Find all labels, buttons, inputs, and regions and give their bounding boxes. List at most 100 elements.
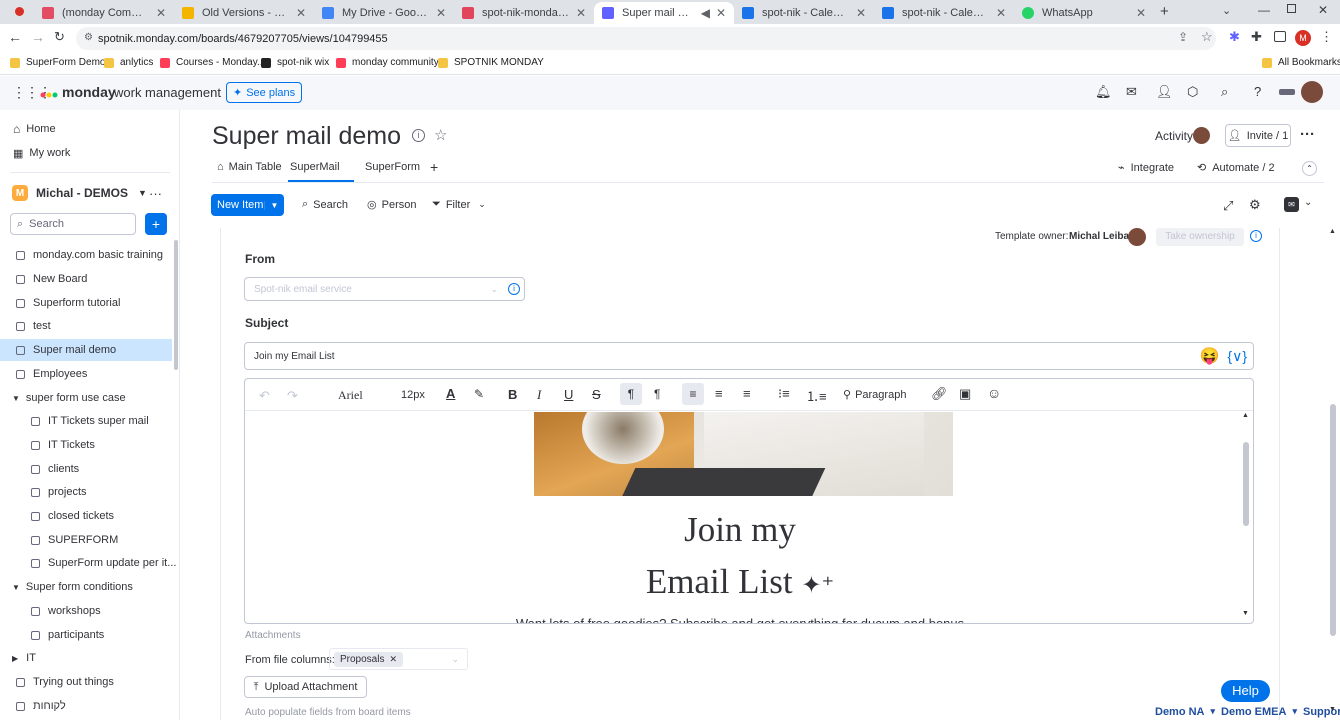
tab-main-table[interactable]: ⌂ Main Table — [217, 161, 282, 173]
email-header-image[interactable] — [534, 412, 953, 496]
settings-icon[interactable]: ⚙ — [1249, 197, 1261, 213]
align-left-icon[interactable]: ≡ — [682, 383, 704, 405]
tab-supermail[interactable]: SuperMail — [290, 161, 340, 173]
integrate-button[interactable]: ⌁ Integrate — [1118, 161, 1174, 175]
close-tab-icon[interactable]: ✕ — [856, 6, 866, 20]
sidebar-folder[interactable]: ▼ Super form conditions — [0, 576, 172, 598]
highlight-icon[interactable]: ✎ — [474, 387, 484, 401]
link-icon[interactable]: 🔗︎ — [931, 386, 948, 402]
automate-button[interactable]: ⟲ Automate / 2 — [1197, 161, 1275, 175]
editor-scrollbar-track[interactable]: ▲ ▼ — [1241, 412, 1251, 623]
activity-link[interactable]: Activity — [1155, 129, 1193, 143]
sidebar-board-item[interactable]: workshops — [0, 600, 172, 622]
paragraph-select[interactable]: ⚲ Paragraph — [843, 388, 906, 402]
undo-icon[interactable]: ↶ — [259, 388, 270, 404]
scroll-down-icon[interactable]: ▼ — [1329, 706, 1336, 713]
close-tab-icon[interactable]: ✕ — [156, 6, 166, 20]
from-select[interactable]: Spot-nik email service ⌄ i — [244, 277, 525, 301]
page-scrollbar[interactable]: ▲ ▼ — [1328, 228, 1338, 720]
browser-menu-icon[interactable]: ⋮ — [1320, 29, 1333, 45]
search-icon[interactable]: ⌕ — [1221, 84, 1228, 100]
profile-avatar[interactable]: M — [1295, 30, 1311, 46]
info-icon[interactable]: i — [1250, 230, 1262, 242]
browser-tab[interactable]: WhatsApp ✕ — [1014, 2, 1154, 24]
insert-image-icon[interactable]: ▣ — [959, 386, 971, 402]
close-window-icon[interactable]: ✕ — [1318, 3, 1328, 17]
sidebar-board-item[interactable]: monday.com basic training — [0, 244, 172, 266]
close-tab-icon[interactable]: ✕ — [996, 6, 1006, 20]
bold-icon[interactable]: B — [508, 387, 517, 402]
invite-button[interactable]: 👤︎ Invite / 1 — [1225, 124, 1291, 147]
sidebar-scrollbar[interactable] — [174, 240, 178, 370]
page-scrollbar-thumb[interactable] — [1330, 404, 1336, 636]
inbox-icon[interactable]: ✉ — [1126, 84, 1137, 100]
scroll-up-icon[interactable]: ▲ — [1242, 412, 1249, 419]
sidebar-board-item[interactable]: IT Tickets super mail — [0, 410, 172, 432]
add-view-icon[interactable]: + — [430, 159, 438, 175]
text-color-icon[interactable]: A — [446, 386, 455, 401]
notifications-icon[interactable]: 🔔︎ — [1095, 84, 1112, 100]
browser-tab-active[interactable]: Super mail demo◀✕ — [594, 2, 734, 24]
toolbar-filter-button[interactable]: ⏷ Filter ⌄ — [432, 198, 486, 211]
board-menu-icon[interactable]: ··· — [1300, 126, 1315, 143]
toolbar-search-button[interactable]: ⌕ Search — [302, 198, 348, 211]
scroll-down-icon[interactable]: ▼ — [1242, 610, 1249, 617]
sidebar-board-item[interactable]: IT Tickets — [0, 434, 172, 456]
extension-icon[interactable]: ✱ — [1229, 29, 1240, 45]
sidebar-board-item[interactable]: closed tickets — [0, 505, 172, 527]
extensions-puzzle-icon[interactable]: ✚ — [1251, 29, 1262, 45]
restore-icon[interactable] — [1287, 4, 1296, 13]
underline-icon[interactable]: U — [564, 387, 573, 402]
help-icon[interactable]: ? — [1254, 84, 1261, 99]
close-tab-icon[interactable]: ✕ — [296, 6, 306, 20]
sidebar-board-item[interactable]: New Board — [0, 268, 172, 290]
toolbar-person-button[interactable]: ◎ Person — [367, 198, 416, 212]
numbered-list-icon[interactable]: ⒈≡ — [806, 386, 827, 405]
sidebar-search-input[interactable]: ⌕ Search — [10, 213, 136, 235]
bookmark-item[interactable]: SPOTNIK MONDAY — [438, 57, 544, 68]
bookmark-item[interactable]: monday community — [336, 57, 439, 68]
sidebar-board-item[interactable]: clients — [0, 458, 172, 480]
collapse-header-icon[interactable]: ⌃ — [1302, 161, 1317, 176]
fullscreen-icon[interactable]: ⤢ — [1223, 198, 1233, 214]
bookmark-item[interactable]: spot-nik wix — [261, 57, 329, 68]
sidebar-board-item-active[interactable]: Super mail demo — [0, 339, 172, 361]
tab-search-icon[interactable]: ⌄ — [1222, 4, 1231, 17]
see-plans-button[interactable]: ✦ See plans — [226, 82, 303, 103]
sidebar-board-item[interactable]: Employees — [0, 363, 172, 385]
demo-na-link[interactable]: Demo NA — [1155, 706, 1205, 718]
workspace-selector[interactable]: M Michal - DEMOS ▼ — [0, 182, 172, 204]
sidebar-board-item[interactable]: test — [0, 315, 172, 337]
font-size-select[interactable]: 12px — [401, 389, 425, 401]
sidebar-board-item[interactable]: SUPERFORM — [0, 529, 172, 551]
remove-chip-icon[interactable]: ✕ — [389, 654, 397, 665]
subject-input[interactable]: Join my Email List 😝 {∨} — [244, 342, 1254, 370]
ltr-icon[interactable]: ¶ — [620, 383, 642, 405]
close-tab-icon[interactable]: ✕ — [436, 6, 446, 20]
board-info-icon[interactable]: i — [412, 129, 425, 142]
info-icon[interactable]: i — [508, 283, 520, 295]
workspace-menu-icon[interactable]: ··· — [149, 186, 162, 201]
align-right-icon[interactable]: ≡ — [743, 386, 751, 401]
sidebar-folder[interactable]: ▶ IT — [0, 647, 172, 669]
bullet-list-icon[interactable]: ⁝≡ — [778, 386, 790, 402]
browser-tab[interactable]: Old Versions - Google Dr✕ — [174, 2, 314, 24]
italic-icon[interactable]: I — [537, 387, 541, 403]
redo-icon[interactable]: ↷ — [287, 388, 298, 404]
apps-icon[interactable]: ⬡ — [1187, 84, 1198, 100]
sidebar-board-item[interactable]: לקוחות — [0, 695, 172, 717]
close-tab-icon[interactable]: ✕ — [716, 6, 726, 20]
bookmark-item[interactable]: SuperForm Demo — [10, 57, 105, 68]
app-icon[interactable]: ✉ — [1284, 197, 1299, 212]
browser-tab[interactable]: spot-nik - Calendar - W✕ — [734, 2, 874, 24]
strikethrough-icon[interactable]: S — [592, 387, 601, 402]
sidebar-item-my-work[interactable]: ▦ My work — [0, 142, 172, 164]
file-columns-select[interactable]: Proposals ✕ ⌄ — [329, 648, 468, 670]
browser-tab[interactable]: spot-nik - Calendar - W✕ — [874, 2, 1014, 24]
bookmark-star-icon[interactable]: ☆ — [1201, 29, 1213, 45]
browser-tab[interactable]: My Drive - Google Drive✕ — [314, 2, 454, 24]
minimize-icon[interactable]: — — [1258, 3, 1270, 17]
mute-icon[interactable]: ◀ — [701, 6, 710, 20]
sidebar-board-item[interactable]: Trying out things — [0, 671, 172, 693]
bookmark-item[interactable]: Courses - Monday... — [160, 57, 265, 68]
